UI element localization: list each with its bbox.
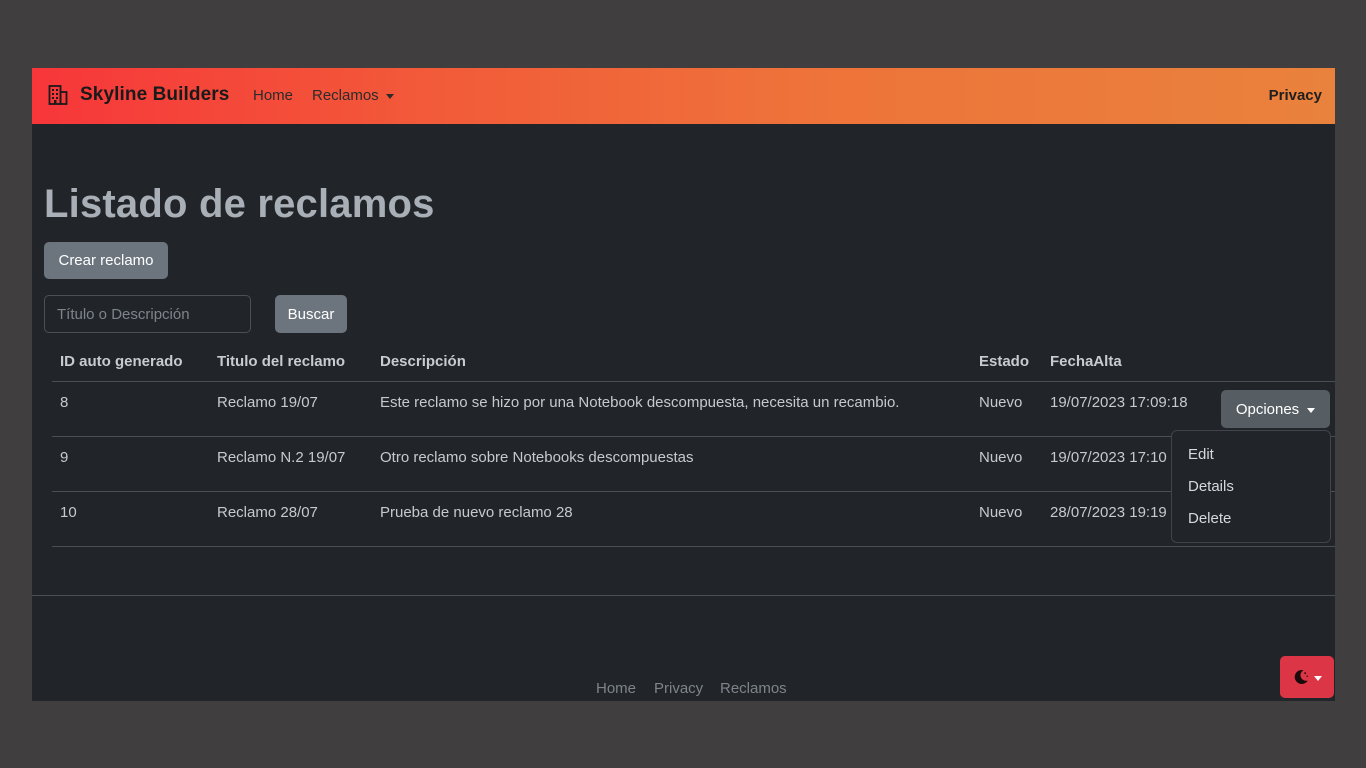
opciones-button[interactable]: Opciones bbox=[1221, 390, 1330, 428]
brand-link[interactable]: Skyline Builders bbox=[48, 84, 229, 106]
moon-icon bbox=[1294, 669, 1308, 684]
row-divider bbox=[52, 546, 1335, 547]
app-window: Skyline Builders Home Reclamos Privacy L… bbox=[32, 68, 1335, 701]
cell-descripcion: Este reclamo se hizo por una Notebook de… bbox=[380, 394, 900, 411]
cell-estado: Nuevo bbox=[979, 504, 1023, 521]
navbar: Skyline Builders Home Reclamos Privacy bbox=[32, 68, 1335, 124]
cell-estado: Nuevo bbox=[979, 394, 1023, 411]
cell-titulo: Reclamo N.2 19/07 bbox=[217, 449, 346, 466]
caret-down-icon bbox=[1307, 407, 1316, 413]
footer-divider bbox=[32, 595, 1335, 596]
cell-descripcion: Otro reclamo sobre Notebooks descompuest… bbox=[380, 449, 694, 466]
cell-id: 10 bbox=[60, 504, 77, 521]
search-input[interactable] bbox=[44, 295, 251, 333]
cell-fechaalta: 19/07/2023 17:09:18 bbox=[1050, 394, 1188, 411]
footer-link-privacy[interactable]: Privacy bbox=[654, 680, 703, 697]
menu-item-delete[interactable]: Delete bbox=[1188, 510, 1231, 527]
search-button[interactable]: Buscar bbox=[275, 295, 347, 333]
header-estado: Estado bbox=[979, 353, 1030, 370]
create-reclamo-button[interactable]: Crear reclamo bbox=[44, 242, 168, 279]
row-divider bbox=[52, 491, 1335, 492]
table-header-divider bbox=[52, 381, 1335, 382]
opciones-label: Opciones bbox=[1235, 400, 1300, 418]
cell-titulo: Reclamo 28/07 bbox=[217, 504, 318, 521]
cell-estado: Nuevo bbox=[979, 449, 1023, 466]
page-title: Listado de reclamos bbox=[44, 182, 435, 226]
header-descripcion: Descripción bbox=[380, 353, 466, 370]
cell-fechaalta: 28/07/2023 19:19 bbox=[1050, 504, 1167, 521]
nav-reclamos-label: Reclamos bbox=[312, 87, 379, 104]
opciones-dropdown-menu: Edit Details Delete bbox=[1171, 430, 1331, 543]
cell-descripcion: Prueba de nuevo reclamo 28 bbox=[380, 504, 573, 521]
menu-item-details[interactable]: Details bbox=[1188, 478, 1234, 495]
caret-down-icon bbox=[1314, 675, 1322, 681]
footer-link-reclamos[interactable]: Reclamos bbox=[720, 680, 787, 697]
brand-name: Skyline Builders bbox=[80, 84, 230, 105]
menu-item-edit[interactable]: Edit bbox=[1188, 446, 1214, 463]
cell-id: 8 bbox=[60, 394, 69, 411]
building-icon bbox=[48, 85, 68, 105]
footer-link-home[interactable]: Home bbox=[596, 680, 636, 697]
nav-reclamos-dropdown[interactable]: Reclamos bbox=[312, 87, 394, 104]
nav-home[interactable]: Home bbox=[253, 87, 293, 104]
cell-fechaalta: 19/07/2023 17:10 bbox=[1050, 449, 1167, 466]
cell-id: 9 bbox=[60, 449, 69, 466]
caret-down-icon bbox=[385, 94, 394, 99]
cell-titulo: Reclamo 19/07 bbox=[217, 394, 318, 411]
theme-toggle-button[interactable] bbox=[1280, 656, 1334, 698]
nav-privacy[interactable]: Privacy bbox=[1269, 87, 1322, 104]
header-titulo: Titulo del reclamo bbox=[217, 353, 346, 370]
header-id: ID auto generado bbox=[60, 353, 183, 370]
header-fechaalta: FechaAlta bbox=[1050, 353, 1122, 370]
row-divider bbox=[52, 436, 1335, 437]
